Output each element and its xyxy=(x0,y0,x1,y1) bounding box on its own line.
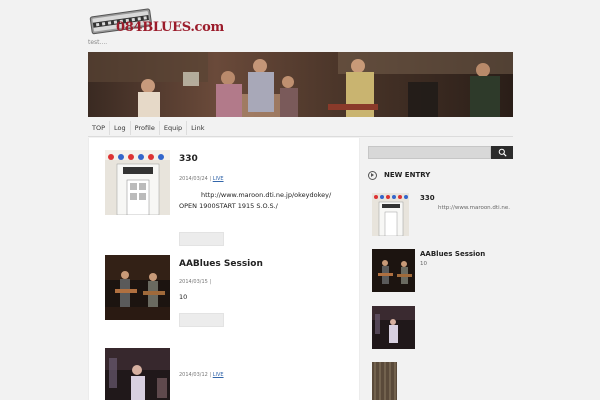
meta-separator: | xyxy=(209,372,212,378)
post-thumbnail[interactable] xyxy=(105,150,170,215)
read-more-button[interactable] xyxy=(179,313,224,327)
post-category-link[interactable]: LIVE xyxy=(213,372,224,378)
post-body-line: OPEN 1900START 1915 S.O.S./ xyxy=(179,202,278,210)
post-date: 2014/03/12 xyxy=(179,372,208,378)
logo-text: 084BLUES.com xyxy=(116,20,224,35)
sidebar-entry-excerpt: 10 xyxy=(420,261,427,267)
sidebar-entry-thumbnail[interactable] xyxy=(372,193,409,236)
blog-post: AABlues Session 2014/03/15 | 10 xyxy=(105,255,345,355)
nav-item-top[interactable]: TOP xyxy=(88,121,111,135)
nav-item-log[interactable]: Log xyxy=(110,121,131,135)
sidebar-entry-thumbnail[interactable] xyxy=(372,306,415,349)
post-body-line: http://www.maroon.dti.ne.jp/okeydokey/ xyxy=(201,191,332,199)
read-more-button[interactable] xyxy=(179,232,224,246)
post-meta: 2014/03/15 | xyxy=(179,279,211,285)
main-content: 330 2014/03/24 | LIVE http://www.maroon.… xyxy=(88,138,360,400)
site-tagline: test.... xyxy=(88,39,108,46)
blog-post: 2014/03/12 | LIVE xyxy=(105,348,345,400)
main-nav: TOP Log Profile Equip Link xyxy=(88,121,208,135)
new-entry-title: NEW ENTRY xyxy=(384,171,431,179)
post-date: 2014/03/24 xyxy=(179,176,208,182)
blog-post: 330 2014/03/24 | LIVE http://www.maroon.… xyxy=(105,150,345,260)
header-banner-photo xyxy=(88,52,513,117)
post-title[interactable]: 330 xyxy=(179,154,198,164)
post-meta: 2014/03/12 | LIVE xyxy=(179,372,224,378)
sidebar-entry-thumbnail[interactable] xyxy=(372,249,415,292)
post-thumbnail[interactable] xyxy=(105,255,170,320)
search-form xyxy=(368,146,513,159)
sidebar-entry-title[interactable]: 330 xyxy=(420,194,435,202)
nav-item-profile[interactable]: Profile xyxy=(131,121,160,135)
post-meta: 2014/03/24 | LIVE xyxy=(179,176,224,182)
search-input[interactable] xyxy=(368,146,491,159)
sidebar-entry-excerpt: http://www.maroon.dti.ne. xyxy=(438,205,510,211)
nav-divider xyxy=(88,136,513,137)
nav-item-equip[interactable]: Equip xyxy=(160,121,188,135)
sidebar-entry-title[interactable]: AABlues Session xyxy=(420,250,485,258)
post-date: 2014/03/15 xyxy=(179,279,208,285)
nav-item-link[interactable]: Link xyxy=(187,121,208,135)
search-icon xyxy=(498,148,507,157)
sidebar-entry-thumbnail[interactable] xyxy=(372,362,397,400)
site-logo[interactable]: 084BLUES.com xyxy=(88,6,224,40)
post-thumbnail[interactable] xyxy=(105,348,170,400)
post-body-line: 10 xyxy=(179,293,188,301)
post-title[interactable]: AABlues Session xyxy=(179,259,263,269)
meta-separator: | xyxy=(209,279,212,285)
circle-arrow-icon xyxy=(368,170,377,180)
search-button[interactable] xyxy=(491,146,513,159)
meta-separator: | xyxy=(209,176,212,182)
post-body: 10 xyxy=(179,292,187,303)
new-entry-heading: NEW ENTRY xyxy=(368,169,430,181)
post-body: http://www.maroon.dti.ne.jp/okeydokey/ O… xyxy=(179,190,331,212)
post-category-link[interactable]: LIVE xyxy=(213,176,224,182)
